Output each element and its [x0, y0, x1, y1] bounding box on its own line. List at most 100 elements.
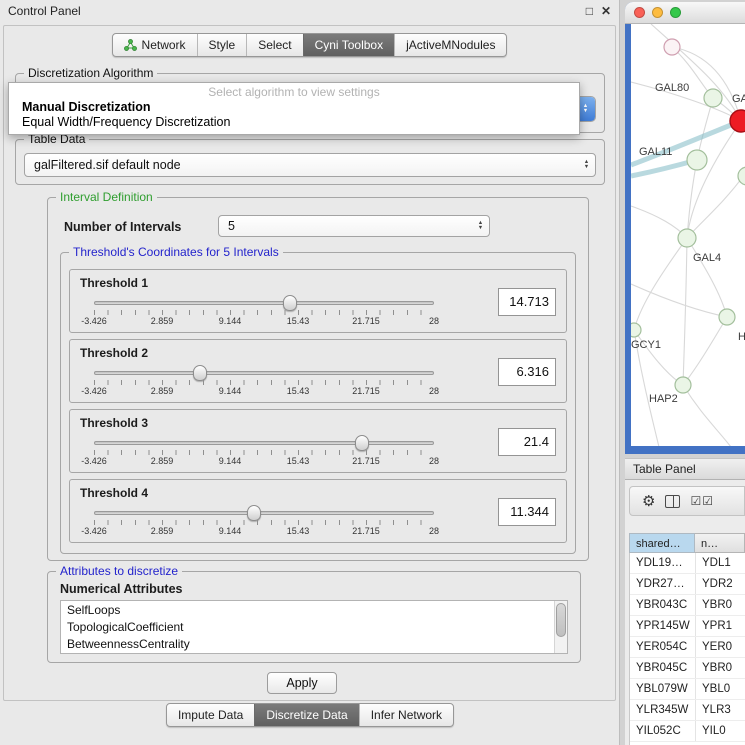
attribute-list-item[interactable]: SelfLoops — [61, 601, 567, 618]
node[interactable] — [678, 229, 696, 247]
threshold-value-field[interactable]: 14.713 — [498, 288, 556, 316]
tab-jactivemnodules[interactable]: jActiveMNodules — [394, 34, 506, 56]
network-canvas[interactable]: GAL80 GA GAL11 GAL4 GCY1 HAP2 H — [631, 24, 745, 446]
table-cell[interactable]: YPR1 — [696, 616, 745, 636]
gear-icon[interactable]: ⚙ — [642, 494, 655, 509]
columns-icon[interactable] — [665, 495, 680, 508]
interval-definition-group: Interval Definition Number of Intervals … — [47, 197, 589, 561]
slider-scale-label: 15.43 — [287, 316, 310, 326]
threshold-value-field[interactable]: 21.4 — [498, 428, 556, 456]
table-cell[interactable]: YIL0 — [696, 721, 745, 741]
threshold-value-field[interactable]: 11.344 — [498, 498, 556, 526]
tab-style[interactable]: Style — [197, 34, 247, 56]
top-tabbar: Network Style Select Cyni Toolbox jActiv… — [112, 33, 508, 57]
table-row[interactable]: YDL19…YDL1 — [630, 553, 745, 574]
node[interactable] — [631, 323, 641, 337]
combobox-stepper-icon[interactable]: ▲▼ — [578, 154, 595, 176]
table-row[interactable]: YPR145WYPR1 — [630, 616, 745, 637]
threshold-value-field[interactable]: 6.316 — [498, 358, 556, 386]
node[interactable] — [675, 377, 691, 393]
table-cell[interactable]: YDL1 — [696, 553, 745, 573]
table-cell[interactable]: YLR3 — [696, 700, 745, 720]
attribute-list-item[interactable]: BetweennessCentrality — [61, 635, 567, 652]
table-cell[interactable]: YBL079W — [630, 679, 696, 699]
slider-ticks — [94, 520, 434, 525]
combobox-stepper-icon[interactable]: ▲▼ — [472, 216, 489, 236]
threshold-panel: Threshold 1 -3.4262.8599.14415.4321.7152… — [69, 269, 567, 333]
node[interactable] — [687, 150, 707, 170]
table-cell[interactable]: YBR0 — [696, 595, 745, 615]
threshold-slider[interactable] — [94, 441, 434, 445]
group-title: Threshold's Coordinates for 5 Intervals — [69, 245, 283, 259]
threshold-label: Threshold 3 — [80, 416, 148, 430]
number-of-intervals-combobox[interactable]: 5 ▲▼ — [218, 215, 490, 237]
apply-button[interactable]: Apply — [267, 672, 337, 694]
dropdown-item-equal-width-frequency[interactable]: Equal Width/Frequency Discretization — [9, 115, 579, 130]
tab-label: Infer Network — [371, 708, 442, 722]
tab-network[interactable]: Network — [113, 34, 197, 56]
threshold-panel: Threshold 3 -3.4262.8599.14415.4321.7152… — [69, 409, 567, 473]
table-cell[interactable]: YBR045C — [630, 658, 696, 678]
slider-scale-label: -3.426 — [81, 386, 107, 396]
slider-scale-label: -3.426 — [81, 526, 107, 536]
table-cell[interactable]: YBL0 — [696, 679, 745, 699]
slider-handle[interactable] — [283, 295, 297, 311]
node[interactable] — [664, 39, 680, 55]
tab-label: Style — [209, 38, 236, 52]
table-cell[interactable]: YDL19… — [630, 553, 696, 573]
table-row[interactable]: YBL079WYBL0 — [630, 679, 745, 700]
slider-handle[interactable] — [247, 505, 261, 521]
table-cell[interactable]: YER054C — [630, 637, 696, 657]
table-data-combobox[interactable]: galFiltered.sif default node ▲▼ — [24, 153, 596, 177]
slider-scale-label: 15.43 — [287, 386, 310, 396]
threshold-slider[interactable] — [94, 511, 434, 515]
table-cell[interactable]: YDR27… — [630, 574, 696, 594]
minimize-traffic-light-icon[interactable] — [652, 7, 663, 18]
close-traffic-light-icon[interactable] — [634, 7, 645, 18]
table-row[interactable]: YLR345WYLR3 — [630, 700, 745, 721]
node[interactable] — [704, 89, 722, 107]
network-icon — [124, 39, 137, 51]
tab-cyni-toolbox[interactable]: Cyni Toolbox — [303, 34, 394, 56]
table-cell[interactable]: YIL052C — [630, 721, 696, 741]
attributes-listbox[interactable]: SelfLoopsTopologicalCoefficientBetweenne… — [60, 600, 568, 654]
bottom-tabbar: Impute Data Discretize Data Infer Networ… — [166, 703, 454, 727]
threshold-slider[interactable] — [94, 371, 434, 375]
scrollbar-thumb[interactable] — [556, 603, 566, 637]
table-cell[interactable]: YDR2 — [696, 574, 745, 594]
node-label: GAL4 — [693, 252, 721, 264]
threshold-slider[interactable] — [94, 301, 434, 305]
scrollbar[interactable] — [554, 601, 567, 653]
table-panel-toolbar: ⚙ ☑☑ — [629, 486, 745, 516]
threshold-label: Threshold 4 — [80, 486, 148, 500]
table-row[interactable]: YER054CYER0 — [630, 637, 745, 658]
thresholds-group: Threshold's Coordinates for 5 Intervals … — [60, 252, 576, 554]
close-icon[interactable]: ✕ — [601, 4, 611, 18]
column-header-shared-name[interactable]: shared… — [629, 533, 695, 553]
tab-impute-data[interactable]: Impute Data — [167, 704, 254, 726]
node-selected-red[interactable] — [730, 110, 745, 132]
table-row[interactable]: YBR043CYBR0 — [630, 595, 745, 616]
table-cell[interactable]: YBR043C — [630, 595, 696, 615]
dropdown-item-manual-discretization[interactable]: Manual Discretization — [9, 100, 579, 115]
slider-handle[interactable] — [355, 435, 369, 451]
tab-select[interactable]: Select — [246, 34, 302, 56]
attribute-list-item[interactable]: TopologicalCoefficient — [61, 618, 567, 635]
table-row[interactable]: YBR045CYBR0 — [630, 658, 745, 679]
slider-handle[interactable] — [193, 365, 207, 381]
control-panel-window: Control Panel □ ✕ — [0, 0, 620, 745]
table-row[interactable]: YDR27…YDR2 — [630, 574, 745, 595]
column-header-name[interactable]: n… — [695, 533, 745, 553]
table-cell[interactable]: YPR145W — [630, 616, 696, 636]
node[interactable] — [719, 309, 735, 325]
table-cell[interactable]: YLR345W — [630, 700, 696, 720]
float-window-icon[interactable]: □ — [586, 4, 593, 18]
table-row[interactable]: YIL052CYIL0 — [630, 721, 745, 742]
zoom-traffic-light-icon[interactable] — [670, 7, 681, 18]
table-cell[interactable]: YER0 — [696, 637, 745, 657]
select-all-check-icon[interactable]: ☑☑ — [690, 495, 714, 507]
tab-discretize-data[interactable]: Discretize Data — [254, 704, 358, 726]
tab-infer-network[interactable]: Infer Network — [359, 704, 453, 726]
bottom-tab-row: Impute Data Discretize Data Infer Networ… — [0, 703, 620, 727]
table-cell[interactable]: YBR0 — [696, 658, 745, 678]
